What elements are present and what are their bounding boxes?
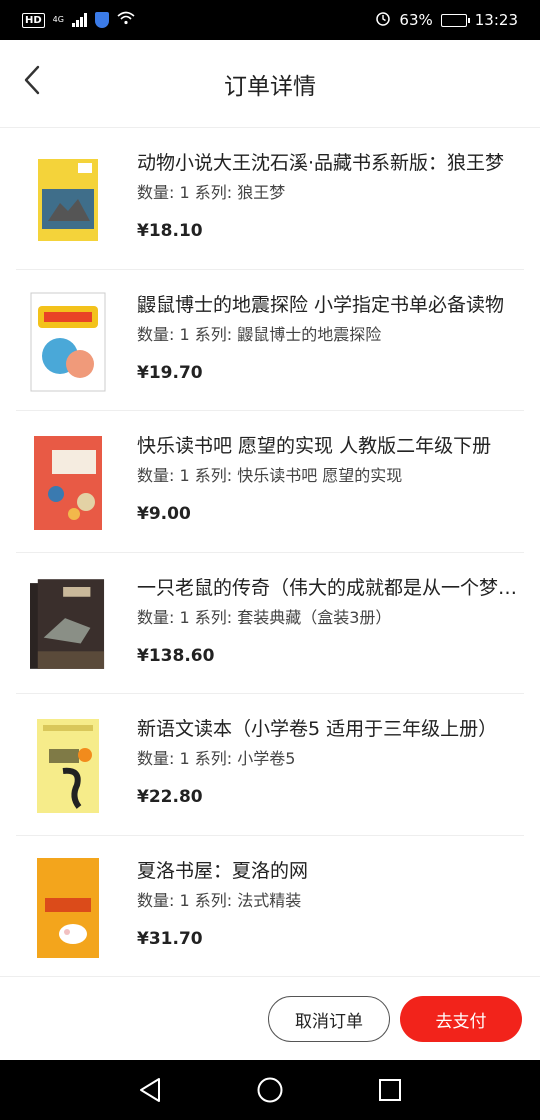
signal-icon	[71, 13, 87, 27]
item-title[interactable]: 夏洛书屋：夏洛的网	[137, 856, 525, 883]
item-price: ¥22.80	[137, 787, 203, 808]
cancel-order-button[interactable]: 取消订单	[268, 996, 390, 1042]
item-price: ¥18.10	[137, 221, 203, 241]
item-title[interactable]: 快乐读书吧 愿望的实现 人教版二年级下册	[137, 431, 525, 458]
item-price: ¥31.70	[137, 928, 203, 949]
book-cover[interactable]	[30, 151, 106, 249]
item-meta: 数量: 1 系列: 快乐读书吧 愿望的实现	[137, 466, 403, 486]
item-price: ¥9.00	[137, 504, 191, 525]
item-title[interactable]: 一只老鼠的传奇（伟大的成就都是从一个梦想开始）	[137, 573, 525, 600]
book-cover[interactable]	[30, 576, 106, 674]
status-right: 63% 13:23	[375, 10, 518, 30]
back-button[interactable]	[16, 60, 48, 100]
pay-button[interactable]: 去支付	[400, 996, 522, 1042]
status-bar: HD 4G 63% 13:23	[0, 0, 540, 40]
item-price: ¥19.70	[137, 362, 203, 383]
order-item[interactable]: 动物小说大王沈石溪·品藏书系新版：狼王梦 数量: 1 系列: 狼王梦 ¥18.1…	[16, 128, 524, 270]
hd-badge: HD	[22, 12, 45, 28]
status-left: HD 4G	[22, 11, 135, 29]
header: 订单详情	[0, 40, 540, 128]
action-bar: 取消订单 去支付	[0, 976, 540, 1060]
order-item[interactable]: 新语文读本（小学卷5 适用于三年级上册） 数量: 1 系列: 小学卷5 ¥22.…	[16, 694, 524, 836]
item-meta: 数量: 1 系列: 鼹鼠博士的地震探险	[137, 324, 382, 344]
order-item-list: 动物小说大王沈石溪·品藏书系新版：狼王梦 数量: 1 系列: 狼王梦 ¥18.1…	[0, 128, 540, 978]
wifi-icon	[117, 11, 135, 29]
battery-percent: 63%	[399, 11, 433, 29]
chevron-left-icon	[24, 65, 40, 95]
recents-square-icon[interactable]	[375, 1075, 405, 1105]
item-price: ¥138.60	[137, 645, 215, 666]
item-title[interactable]: 动物小说大王沈石溪·品藏书系新版：狼王梦	[137, 148, 525, 175]
system-nav-bar	[0, 1060, 540, 1120]
back-triangle-icon[interactable]	[135, 1075, 165, 1105]
item-meta: 数量: 1 系列: 套装典藏（盒装3册）	[137, 607, 392, 627]
order-item[interactable]: 鼹鼠博士的地震探险 小学指定书单必备读物 数量: 1 系列: 鼹鼠博士的地震探险…	[16, 270, 524, 412]
shield-icon	[94, 12, 109, 28]
battery-icon	[440, 13, 470, 27]
book-cover[interactable]	[30, 717, 106, 815]
item-title[interactable]: 新语文读本（小学卷5 适用于三年级上册）	[137, 714, 525, 741]
item-title[interactable]: 鼹鼠博士的地震探险 小学指定书单必备读物	[137, 290, 525, 317]
clock: 13:23	[474, 11, 518, 29]
home-circle-icon[interactable]	[255, 1075, 285, 1105]
book-cover[interactable]	[30, 292, 106, 392]
order-item[interactable]: 快乐读书吧 愿望的实现 人教版二年级下册 数量: 1 系列: 快乐读书吧 愿望的…	[16, 411, 524, 553]
book-cover[interactable]	[30, 434, 106, 532]
item-meta: 数量: 1 系列: 小学卷5	[137, 749, 296, 769]
page-title: 订单详情	[224, 73, 316, 100]
item-meta: 数量: 1 系列: 法式精装	[137, 890, 302, 910]
order-item[interactable]: 夏洛书屋：夏洛的网 数量: 1 系列: 法式精装 ¥31.70	[16, 836, 524, 978]
book-cover[interactable]	[30, 857, 106, 958]
network-type: 4G	[52, 15, 64, 24]
alarm-icon	[375, 10, 391, 30]
order-item[interactable]: 一只老鼠的传奇（伟大的成就都是从一个梦想开始） 数量: 1 系列: 套装典藏（盒…	[16, 553, 525, 695]
item-meta: 数量: 1 系列: 狼王梦	[137, 183, 286, 202]
